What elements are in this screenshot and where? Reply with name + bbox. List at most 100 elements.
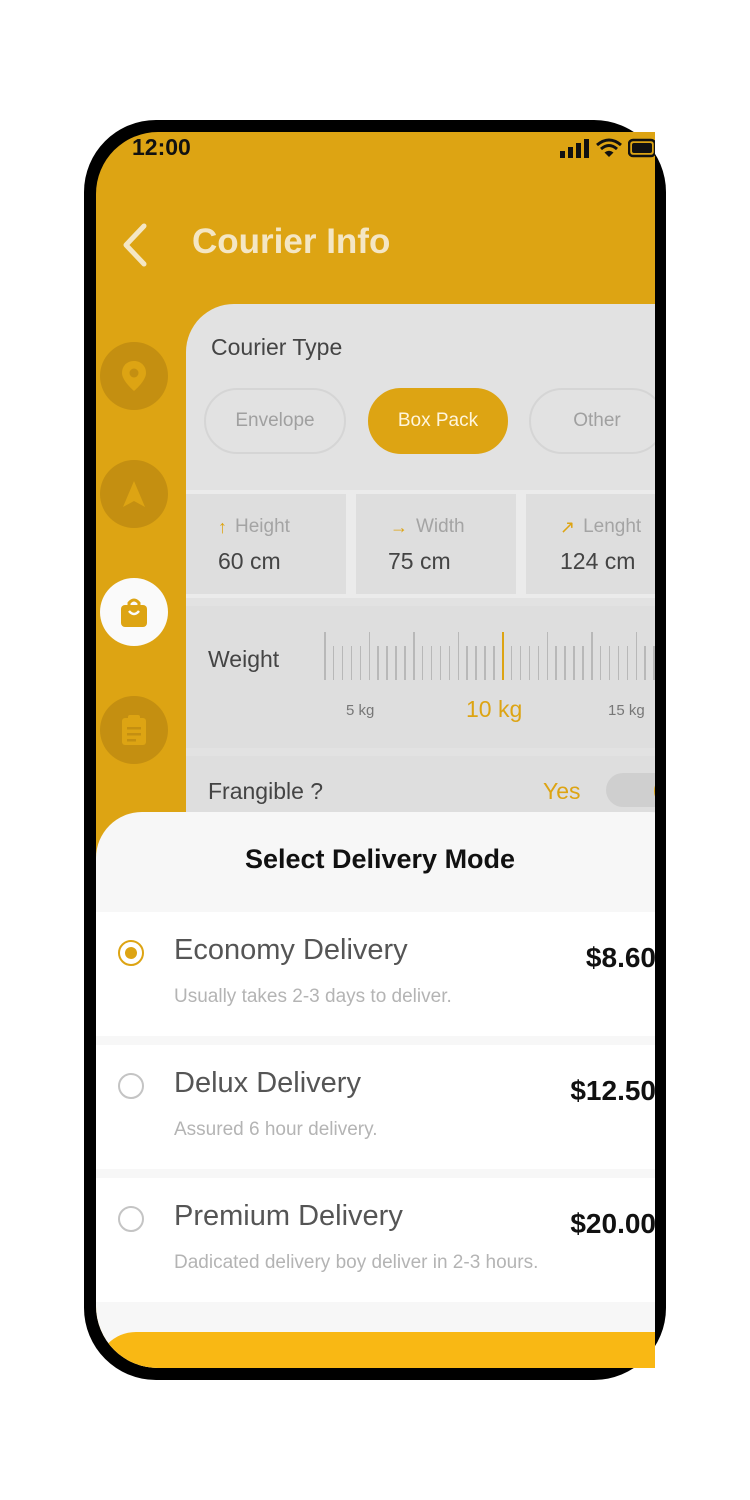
ruler-tick <box>377 646 379 680</box>
clipboard-icon <box>122 715 146 745</box>
option-price: $8.60 <box>585 942 655 973</box>
rail-clipboard-button[interactable] <box>100 696 168 764</box>
ruler-tick <box>493 646 495 680</box>
continue-button[interactable] <box>96 1332 655 1368</box>
ruler-tick <box>608 646 611 680</box>
dimension-label: Height <box>235 516 290 537</box>
option-title: Premium Delivery <box>174 1200 403 1232</box>
chip-box-pack[interactable]: Box Pack <box>368 388 508 454</box>
delivery-option-economy[interactable]: Economy Delivery Usually takes 2-3 days … <box>96 912 655 1036</box>
dimension-value: 60 cm <box>218 548 281 574</box>
weight-selected-value: 10 kg <box>466 696 523 722</box>
weight-scale-label: 5 kg <box>346 702 375 719</box>
ruler-tick <box>439 646 442 680</box>
ruler-tick <box>510 646 513 680</box>
location-pin-icon <box>122 361 146 391</box>
ruler-tick <box>413 632 415 680</box>
ruler-tick <box>546 632 548 680</box>
courier-type-label: Courier Type <box>211 334 343 360</box>
navigation-arrow-icon <box>123 481 145 507</box>
signal-icon <box>560 139 589 158</box>
arrow-diagonal-icon: ↗ <box>560 516 576 537</box>
rail-package-button[interactable] <box>100 578 168 646</box>
ruler-tick <box>599 646 602 680</box>
frangible-toggle[interactable] <box>606 773 655 807</box>
back-button[interactable] <box>114 220 158 270</box>
ruler-tick <box>466 646 468 680</box>
ruler-tick <box>341 646 344 680</box>
option-title: Economy Delivery <box>174 934 408 966</box>
sheet-title: Select Delivery Mode <box>244 844 516 874</box>
option-description: Dadicated delivery boy deliver in 2-3 ho… <box>174 1252 539 1273</box>
wifi-icon <box>596 138 622 157</box>
ruler-tick <box>395 646 397 680</box>
weight-ruler[interactable] <box>324 630 655 680</box>
ruler-tick <box>635 632 637 680</box>
ruler-tick <box>332 646 335 680</box>
page-title: Courier Info <box>192 222 391 261</box>
ruler-tick <box>386 646 388 680</box>
app-screen: 12:00 Courier Info Courier Type Envelope… <box>96 132 655 1368</box>
ruler-tick <box>653 646 655 680</box>
option-description: Assured 6 hour delivery. <box>174 1119 378 1140</box>
weight-label: Weight <box>208 646 280 672</box>
arrow-up-icon: ↑ <box>218 516 227 537</box>
weight-row: Weight 5 kg 10 kg 15 kg <box>186 606 655 748</box>
radio-button[interactable] <box>118 940 144 966</box>
ruler-tick <box>475 646 477 680</box>
shopping-bag-icon <box>121 598 147 627</box>
dimensions-row: ↑ Height 60 cm → Width 75 cm ↗ Lenght 12… <box>186 490 655 598</box>
ruler-tick <box>368 632 370 680</box>
ruler-tick <box>430 646 433 680</box>
dimension-length[interactable]: ↗ Lenght 124 cm <box>526 494 655 594</box>
option-title: Delux Delivery <box>174 1067 361 1099</box>
arrow-right-icon: → <box>390 516 408 537</box>
ruler-tick <box>528 646 531 680</box>
courier-info-card: Courier Type Envelope Box Pack Other ↑ H… <box>186 304 655 824</box>
frangible-value: Yes <box>543 778 581 804</box>
radio-button[interactable] <box>118 1206 144 1232</box>
radio-button[interactable] <box>118 1073 144 1099</box>
ruler-tick <box>350 646 353 680</box>
ruler-tick <box>555 646 557 680</box>
chip-other[interactable]: Other <box>529 388 655 454</box>
weight-scale-label: 15 kg <box>608 702 645 719</box>
ruler-tick <box>644 646 646 680</box>
battery-icon <box>628 138 655 158</box>
chevron-left-icon <box>123 223 147 267</box>
chip-envelope[interactable]: Envelope <box>204 388 346 454</box>
delivery-option-premium[interactable]: Premium Delivery Dadicated delivery boy … <box>96 1178 655 1302</box>
dimension-label: Width <box>416 516 465 537</box>
ruler-tick <box>457 632 459 680</box>
ruler-tick <box>324 632 326 680</box>
dimension-width[interactable]: → Width 75 cm <box>356 494 516 594</box>
dimension-value: 75 cm <box>388 548 451 574</box>
delivery-mode-sheet: Select Delivery Mode Economy Delivery Us… <box>96 812 655 1368</box>
ruler-tick <box>484 646 486 680</box>
dimension-label: Lenght <box>583 516 642 537</box>
ruler-tick <box>519 646 522 680</box>
option-price: $12.50 <box>570 1075 655 1106</box>
delivery-option-delux[interactable]: Delux Delivery Assured 6 hour delivery. … <box>96 1045 655 1169</box>
dimension-height[interactable]: ↑ Height 60 cm <box>186 494 346 594</box>
ruler-tick <box>359 646 362 680</box>
ruler-tick <box>626 646 629 680</box>
ruler-tick <box>564 646 566 680</box>
ruler-tick <box>448 646 451 680</box>
ruler-tick <box>404 646 406 680</box>
ruler-tick <box>582 646 584 680</box>
ruler-tick <box>617 646 620 680</box>
status-time: 12:00 <box>132 134 191 160</box>
ruler-tick <box>573 646 575 680</box>
ruler-tick-selected <box>502 632 504 680</box>
toggle-knob <box>654 775 655 807</box>
rail-location-button[interactable] <box>100 342 168 410</box>
ruler-tick <box>537 646 540 680</box>
option-description: Usually takes 2-3 days to deliver. <box>174 986 452 1007</box>
rail-navigation-button[interactable] <box>100 460 168 528</box>
status-icons <box>560 138 655 158</box>
ruler-tick <box>421 646 424 680</box>
ruler-tick <box>591 632 593 680</box>
option-price: $20.00 <box>570 1208 655 1239</box>
dimension-value: 124 cm <box>560 548 636 574</box>
